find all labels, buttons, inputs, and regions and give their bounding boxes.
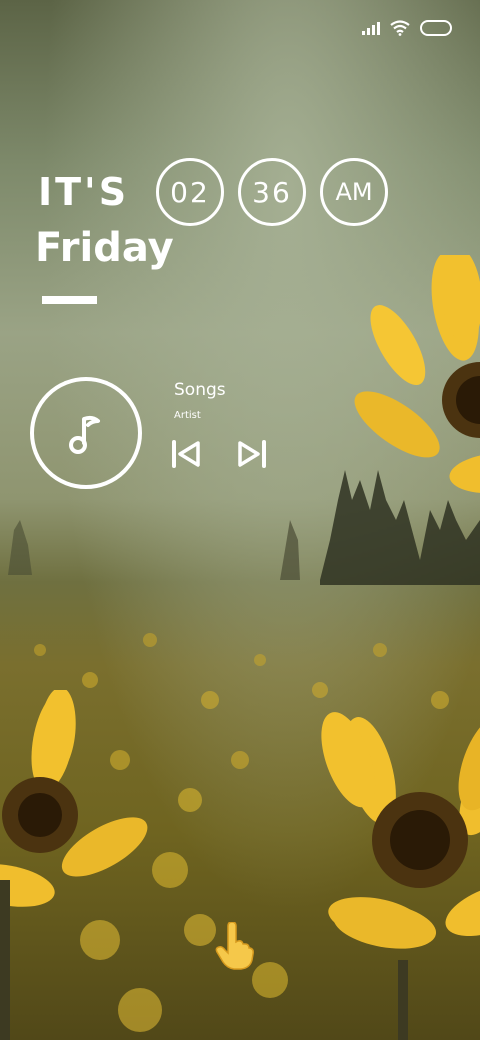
signal-icon bbox=[362, 21, 380, 35]
sunflower-lower-left bbox=[0, 687, 160, 950]
next-icon bbox=[238, 440, 266, 468]
previous-icon bbox=[172, 440, 200, 468]
song-artist: Artist bbox=[174, 410, 201, 421]
hour-display: 02 bbox=[156, 158, 224, 226]
meridiem-display: AM bbox=[320, 158, 388, 226]
sunflower-upper-right bbox=[350, 247, 480, 525]
day-label: Friday bbox=[35, 225, 174, 271]
stem-right bbox=[398, 960, 408, 1040]
pointer-hand-icon bbox=[215, 922, 254, 970]
sunflower-lower-right bbox=[280, 700, 480, 1000]
battery-icon bbox=[420, 20, 452, 36]
next-button[interactable] bbox=[234, 437, 270, 471]
stem-left bbox=[0, 880, 10, 1040]
minute-display: 36 bbox=[238, 158, 306, 226]
wallpaper bbox=[0, 0, 480, 1040]
divider-bar bbox=[42, 296, 97, 304]
music-note-icon bbox=[69, 415, 100, 454]
album-art-button[interactable] bbox=[30, 377, 142, 489]
previous-button[interactable] bbox=[168, 437, 204, 471]
greeting-label: IT'S bbox=[38, 170, 130, 214]
song-title: Songs bbox=[174, 380, 226, 400]
status-bar bbox=[362, 16, 452, 40]
wifi-icon bbox=[390, 20, 410, 36]
